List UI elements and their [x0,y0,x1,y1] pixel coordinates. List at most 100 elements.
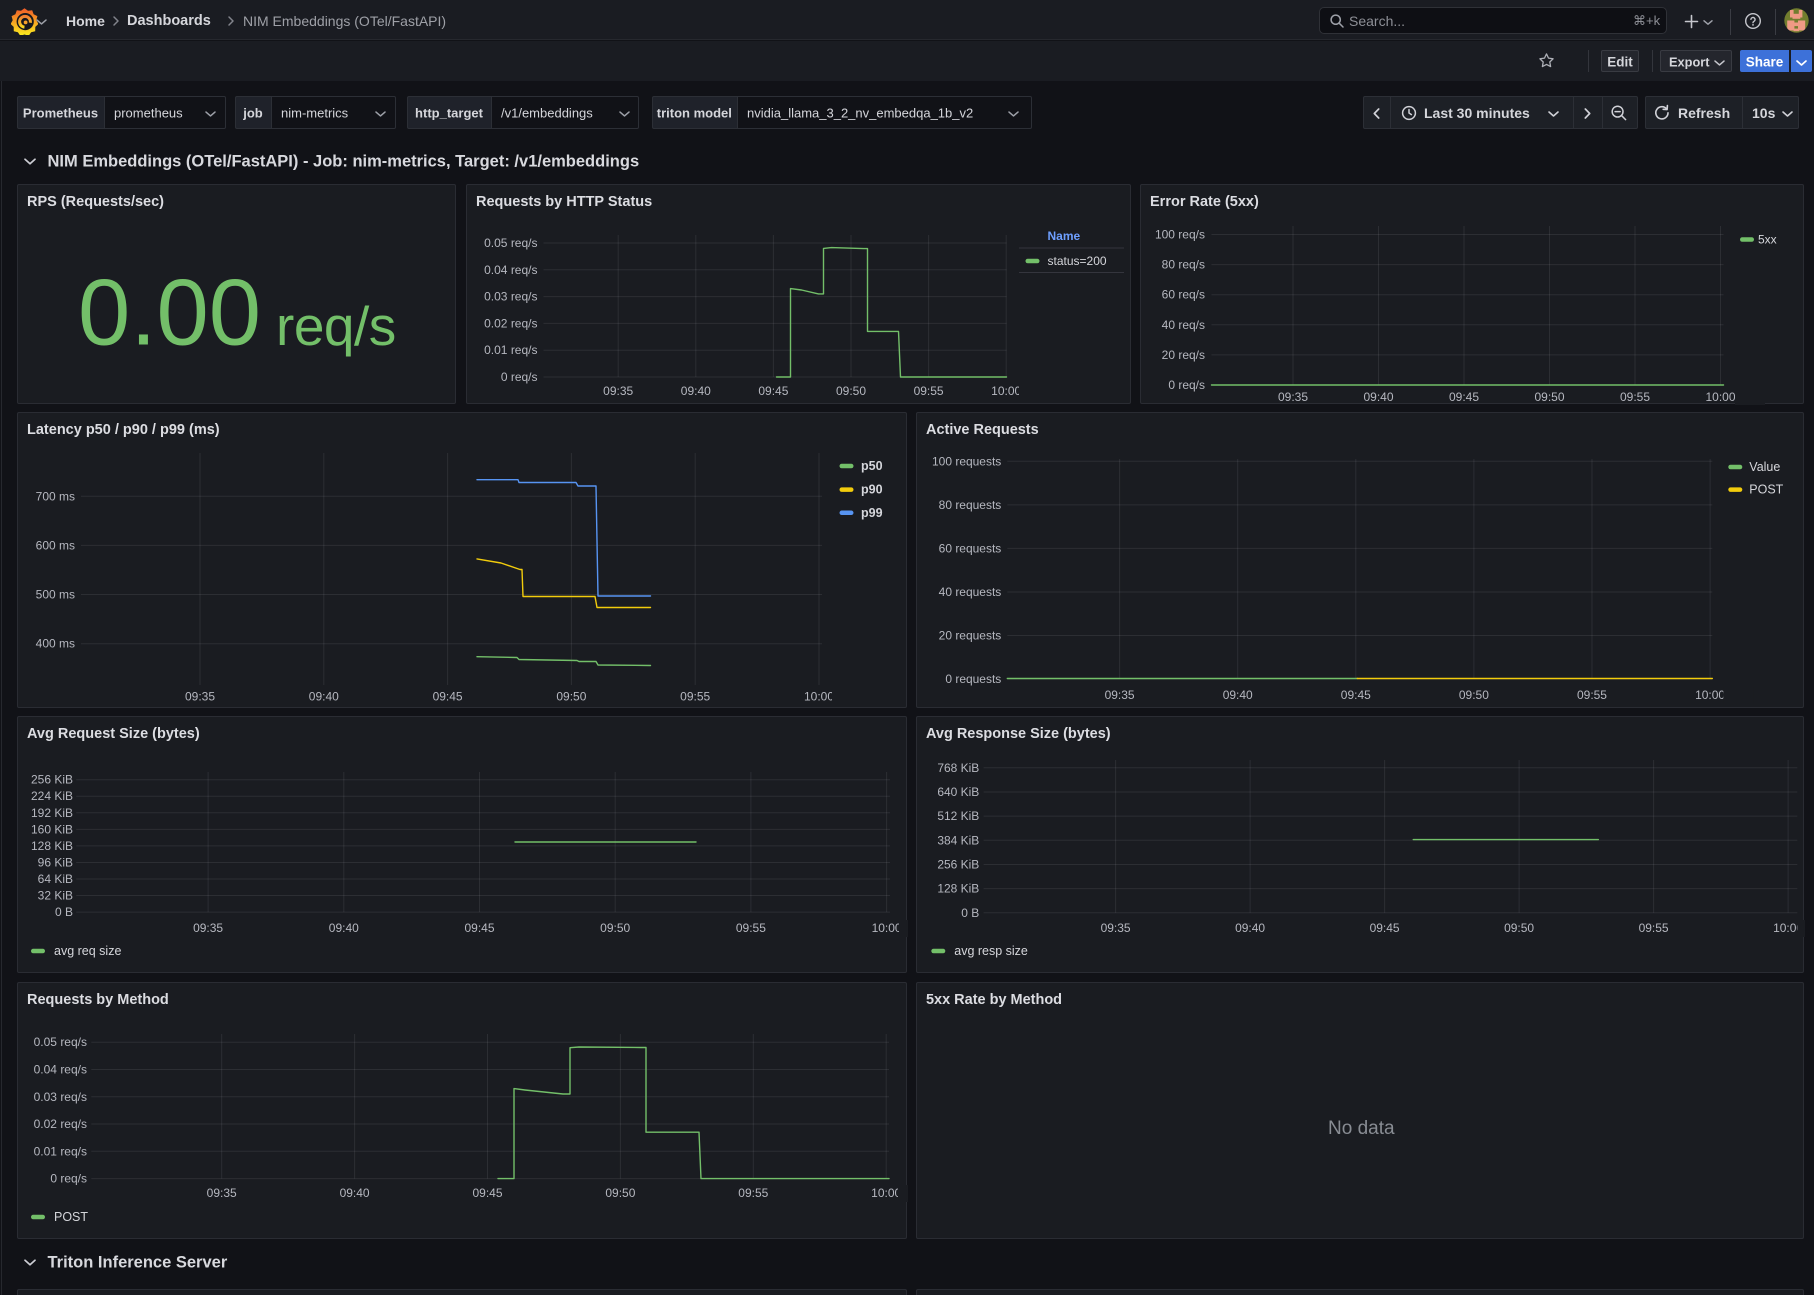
svg-text:0.03 req/s: 0.03 req/s [484,290,537,304]
svg-text:5xx: 5xx [1758,233,1777,247]
svg-text:09:40: 09:40 [340,1186,370,1200]
svg-text:09:45: 09:45 [433,690,463,704]
svg-text:40 req/s: 40 req/s [1162,318,1205,332]
svg-text:384 KiB: 384 KiB [937,833,979,847]
svg-text:Name: Name [1047,229,1080,243]
svg-text:Value: Value [1749,460,1780,474]
svg-text:0.02 req/s: 0.02 req/s [34,1117,87,1131]
svg-text:128 KiB: 128 KiB [937,882,979,896]
svg-text:RPS (Requests/sec): RPS (Requests/sec) [27,194,164,210]
svg-text:0.04 req/s: 0.04 req/s [484,263,537,277]
svg-text:0.04 req/s: 0.04 req/s [34,1063,87,1077]
svg-text:96 KiB: 96 KiB [38,856,73,870]
svg-text:Avg Request Size (bytes): Avg Request Size (bytes) [27,726,200,742]
svg-text:20 requests: 20 requests [938,628,1001,642]
svg-text:128 KiB: 128 KiB [31,839,73,853]
svg-text:640 KiB: 640 KiB [937,785,979,799]
svg-text:40 requests: 40 requests [938,585,1001,599]
svg-text:p50: p50 [861,459,883,473]
svg-text:09:55: 09:55 [1638,921,1668,935]
svg-text:09:40: 09:40 [1235,921,1265,935]
svg-text:10:00: 10:00 [872,921,902,935]
svg-text:512 KiB: 512 KiB [937,809,979,823]
svg-text:09:35: 09:35 [603,384,633,398]
svg-text:500 ms: 500 ms [36,588,75,602]
svg-text:20 req/s: 20 req/s [1162,348,1205,362]
svg-text:Latency p50 / p90 / p99 (ms): Latency p50 / p90 / p99 (ms) [27,422,220,438]
svg-text:Active Requests: Active Requests [926,422,1039,438]
svg-text:09:50: 09:50 [835,384,865,398]
svg-text:09:50: 09:50 [1504,921,1534,935]
svg-text:09:45: 09:45 [1369,921,1399,935]
svg-text:160 KiB: 160 KiB [31,822,73,836]
svg-text:09:50: 09:50 [600,921,630,935]
svg-text:09:35: 09:35 [185,690,215,704]
svg-text:09:35: 09:35 [1100,921,1130,935]
svg-text:10:00: 10:00 [1695,688,1725,702]
svg-text:Error Rate (5xx): Error Rate (5xx) [1150,194,1259,210]
svg-text:0 req/s: 0 req/s [1168,378,1205,392]
svg-text:09:45: 09:45 [1449,390,1479,404]
svg-text:09:50: 09:50 [1459,688,1489,702]
svg-text:09:45: 09:45 [464,921,494,935]
svg-text:700 ms: 700 ms [36,489,75,503]
svg-text:p99: p99 [861,506,883,520]
svg-text:0 B: 0 B [961,906,979,920]
svg-text:768 KiB: 768 KiB [937,761,979,775]
svg-text:09:40: 09:40 [1363,390,1393,404]
svg-text:10:00: 10:00 [991,384,1021,398]
svg-text:0.01 req/s: 0.01 req/s [484,343,537,357]
svg-text:Requests by HTTP Status: Requests by HTTP Status [476,194,652,210]
svg-text:80 req/s: 80 req/s [1162,258,1205,272]
svg-text:No data: No data [1328,1118,1395,1139]
svg-text:09:45: 09:45 [1340,688,1370,702]
svg-text:09:35: 09:35 [1278,390,1308,404]
svg-text:09:55: 09:55 [913,384,943,398]
svg-text:Requests by Method: Requests by Method [27,992,169,1008]
svg-text:POST: POST [1749,483,1783,497]
svg-text:09:55: 09:55 [680,690,710,704]
svg-text:0.03 req/s: 0.03 req/s [34,1090,87,1104]
svg-text:0.05 req/s: 0.05 req/s [484,236,537,250]
svg-text:09:40: 09:40 [680,384,710,398]
svg-text:09:45: 09:45 [472,1186,502,1200]
svg-text:POST: POST [54,1210,88,1224]
svg-text:0.00: 0.00 [78,259,261,364]
svg-text:0.02 req/s: 0.02 req/s [484,316,537,330]
svg-text:0 req/s: 0 req/s [500,370,537,384]
svg-text:256 KiB: 256 KiB [31,773,73,787]
svg-text:10:00: 10:00 [1705,390,1735,404]
svg-text:256 KiB: 256 KiB [937,857,979,871]
svg-text:status=200: status=200 [1047,254,1106,268]
svg-text:09:40: 09:40 [309,690,339,704]
svg-text:64 KiB: 64 KiB [38,872,73,886]
svg-text:p90: p90 [861,483,883,497]
svg-text:09:35: 09:35 [207,1186,237,1200]
svg-text:100 req/s: 100 req/s [1155,228,1205,242]
svg-text:100 requests: 100 requests [932,454,1001,468]
svg-text:60 requests: 60 requests [938,541,1001,555]
svg-text:0 B: 0 B [55,905,73,919]
svg-text:10:00: 10:00 [804,690,834,704]
svg-text:224 KiB: 224 KiB [31,789,73,803]
svg-text:09:35: 09:35 [1104,688,1134,702]
svg-text:req/s: req/s [276,295,396,357]
svg-text:09:40: 09:40 [1222,688,1252,702]
svg-text:09:45: 09:45 [758,384,788,398]
svg-text:5xx Rate by Method: 5xx Rate by Method [926,992,1062,1008]
svg-text:192 KiB: 192 KiB [31,806,73,820]
svg-text:32 KiB: 32 KiB [38,889,73,903]
svg-text:600 ms: 600 ms [36,538,75,552]
svg-text:09:55: 09:55 [738,1186,768,1200]
svg-text:60 req/s: 60 req/s [1162,288,1205,302]
svg-text:0.05 req/s: 0.05 req/s [34,1035,87,1049]
svg-text:09:55: 09:55 [1577,688,1607,702]
svg-text:avg req size: avg req size [54,944,121,958]
svg-text:09:55: 09:55 [736,921,766,935]
svg-text:09:55: 09:55 [1620,390,1650,404]
svg-text:09:40: 09:40 [329,921,359,935]
svg-text:10:00: 10:00 [871,1186,901,1200]
svg-text:avg resp size: avg resp size [954,944,1028,958]
svg-text:09:50: 09:50 [605,1186,635,1200]
svg-text:400 ms: 400 ms [36,637,75,651]
